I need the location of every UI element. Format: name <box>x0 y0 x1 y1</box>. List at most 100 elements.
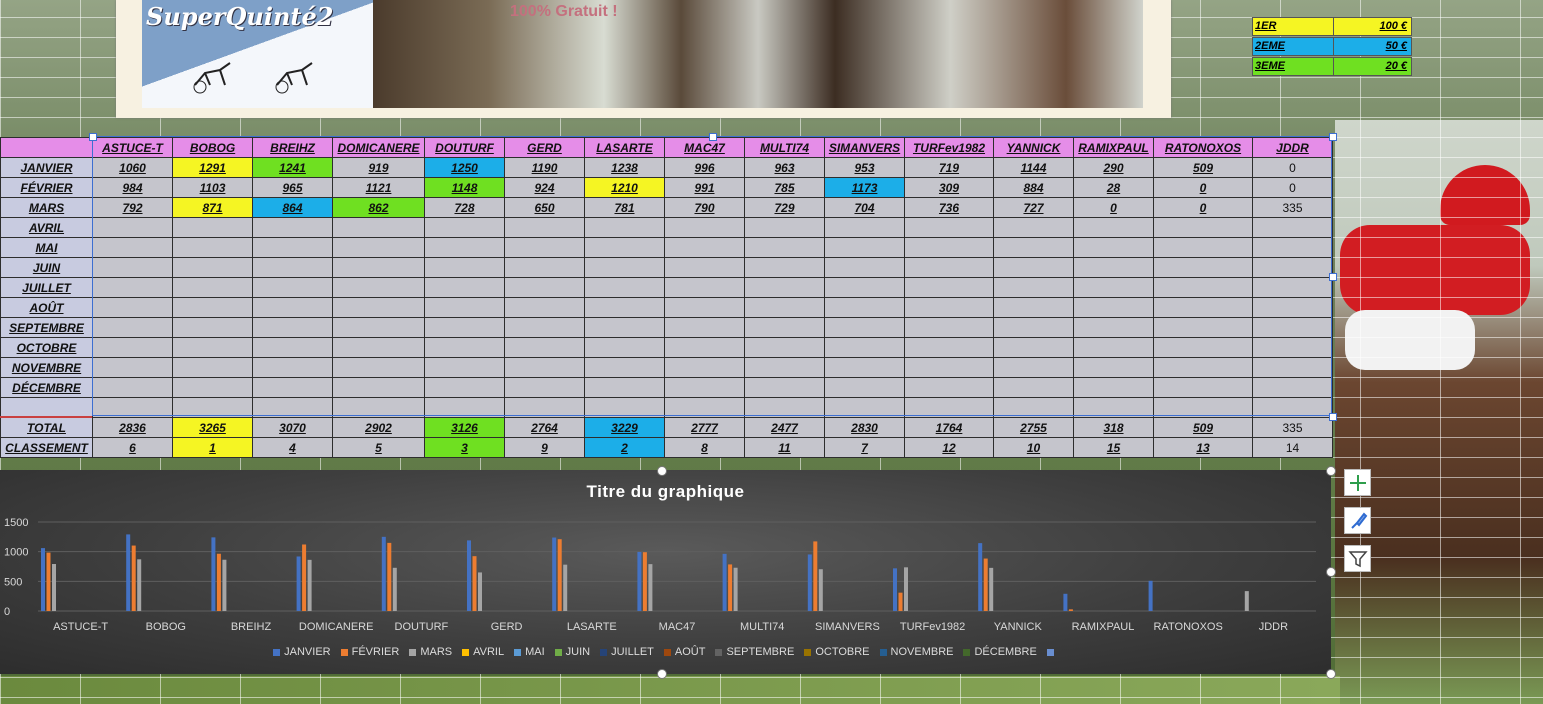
empty-cell[interactable] <box>332 237 425 258</box>
score-cell[interactable]: 1291 <box>172 157 253 178</box>
empty-cell[interactable] <box>664 317 745 338</box>
empty-cell[interactable] <box>993 257 1074 278</box>
score-cell[interactable]: 963 <box>744 157 825 178</box>
score-cell[interactable]: 924 <box>504 177 585 198</box>
month-label[interactable]: MAI <box>0 237 93 258</box>
rank-cell[interactable]: 11 <box>744 437 825 458</box>
score-cell[interactable]: 1238 <box>584 157 665 178</box>
empty-cell[interactable] <box>664 357 745 378</box>
resize-handle[interactable] <box>709 133 717 141</box>
empty-cell[interactable] <box>584 357 665 378</box>
month-label[interactable]: NOVEMBRE <box>0 357 93 378</box>
player-header[interactable]: BREIHZ <box>252 137 333 158</box>
empty-cell[interactable] <box>904 377 994 398</box>
total-cell[interactable]: 2836 <box>92 417 173 438</box>
chart-legend[interactable]: JANVIER FÉVRIER MARS AVRIL MAI JUIN JUILLET AOÛ… <box>0 646 1331 658</box>
legend-item[interactable]: SEPTEMBRE <box>715 646 794 658</box>
empty-cell[interactable] <box>584 397 665 418</box>
legend-item[interactable]: OCTOBRE <box>804 646 870 658</box>
total-cell[interactable]: 2902 <box>332 417 425 438</box>
player-header[interactable]: MAC47 <box>664 137 745 158</box>
empty-cell[interactable] <box>744 317 825 338</box>
empty-cell[interactable] <box>1073 357 1154 378</box>
empty-cell[interactable] <box>584 217 665 238</box>
empty-cell[interactable] <box>824 297 905 318</box>
empty-cell[interactable] <box>744 217 825 238</box>
empty-cell[interactable] <box>332 257 425 278</box>
score-cell[interactable]: 781 <box>584 197 665 218</box>
empty-cell[interactable] <box>252 377 333 398</box>
rank-cell[interactable]: 9 <box>504 437 585 458</box>
score-cell[interactable]: 0 <box>1252 157 1333 178</box>
empty-cell[interactable] <box>664 277 745 298</box>
score-cell[interactable]: 736 <box>904 197 994 218</box>
empty-cell[interactable] <box>824 377 905 398</box>
empty-cell[interactable] <box>172 297 253 318</box>
empty-cell[interactable] <box>584 237 665 258</box>
player-header[interactable]: SIMANVERS <box>824 137 905 158</box>
total-cell[interactable]: 2755 <box>993 417 1074 438</box>
score-cell[interactable]: 704 <box>824 197 905 218</box>
empty-cell[interactable] <box>332 377 425 398</box>
player-header[interactable]: ASTUCE-T <box>92 137 173 158</box>
empty-cell[interactable] <box>172 357 253 378</box>
empty-cell[interactable] <box>993 337 1074 358</box>
empty-cell[interactable] <box>92 297 173 318</box>
empty-cell[interactable] <box>993 277 1074 298</box>
score-cell[interactable]: 1173 <box>824 177 905 198</box>
empty-cell[interactable] <box>744 337 825 358</box>
empty-cell[interactable] <box>744 357 825 378</box>
empty-cell[interactable] <box>584 337 665 358</box>
month-label[interactable]: SEPTEMBRE <box>0 317 93 338</box>
empty-cell[interactable] <box>1252 237 1333 258</box>
rank-cell[interactable]: 4 <box>252 437 333 458</box>
empty-cell[interactable] <box>92 377 173 398</box>
player-header[interactable]: JDDR <box>1252 137 1333 158</box>
empty-cell[interactable] <box>744 257 825 278</box>
empty-cell[interactable] <box>993 317 1074 338</box>
empty-cell[interactable] <box>664 297 745 318</box>
empty-cell[interactable] <box>172 377 253 398</box>
rank-cell[interactable]: 8 <box>664 437 745 458</box>
month-label[interactable]: OCTOBRE <box>0 337 93 358</box>
score-cell[interactable]: 727 <box>993 197 1074 218</box>
month-label[interactable]: JUILLET <box>0 277 93 298</box>
player-header[interactable]: RAMIXPAUL <box>1073 137 1154 158</box>
month-label[interactable]: FÉVRIER <box>0 177 93 198</box>
empty-cell[interactable] <box>252 397 333 418</box>
empty-cell[interactable] <box>1073 377 1154 398</box>
empty-cell[interactable] <box>824 237 905 258</box>
corner-cell[interactable] <box>0 137 93 158</box>
player-header[interactable]: DOUTURF <box>424 137 505 158</box>
month-label[interactable]: MARS <box>0 197 93 218</box>
empty-cell[interactable] <box>584 297 665 318</box>
resize-handle[interactable] <box>1329 273 1337 281</box>
score-cell[interactable]: 871 <box>172 197 253 218</box>
month-label[interactable]: DÉCEMBRE <box>0 377 93 398</box>
score-cell[interactable]: 862 <box>332 197 425 218</box>
empty-cell[interactable] <box>92 317 173 338</box>
empty-cell[interactable] <box>92 337 173 358</box>
empty-cell[interactable] <box>252 337 333 358</box>
empty-cell[interactable] <box>824 397 905 418</box>
score-cell[interactable]: 335 <box>1252 197 1333 218</box>
score-cell[interactable]: 996 <box>664 157 745 178</box>
empty-cell[interactable] <box>1252 377 1333 398</box>
legend-item[interactable]: JANVIER <box>273 646 331 658</box>
empty-cell[interactable] <box>1073 217 1154 238</box>
empty-cell[interactable] <box>424 217 505 238</box>
player-header[interactable]: MULTI74 <box>744 137 825 158</box>
score-cell[interactable]: 729 <box>744 197 825 218</box>
empty-cell[interactable] <box>1252 357 1333 378</box>
empty-cell[interactable] <box>664 237 745 258</box>
empty-cell[interactable] <box>1073 297 1154 318</box>
score-cell[interactable]: 1144 <box>993 157 1074 178</box>
empty-cell[interactable] <box>1153 337 1253 358</box>
empty-cell[interactable] <box>92 277 173 298</box>
empty-cell[interactable] <box>424 237 505 258</box>
chart-area[interactable]: Titre du graphique 0 500 1000 1500 ASTUCE-T B… <box>0 470 1331 674</box>
legend-item[interactable]: JUILLET <box>600 646 654 658</box>
empty-cell[interactable] <box>993 237 1074 258</box>
empty-cell[interactable] <box>1073 257 1154 278</box>
legend-item[interactable]: MARS <box>409 646 452 658</box>
